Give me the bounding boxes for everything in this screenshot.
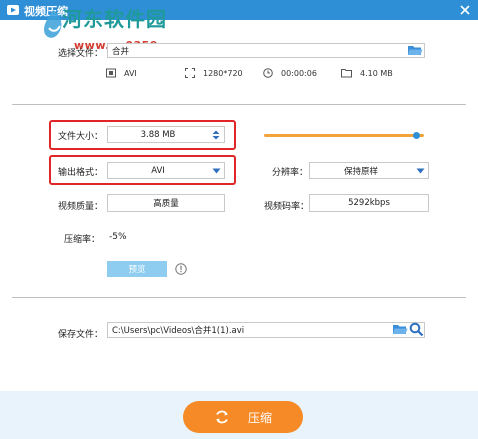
save-file-label: 保存文件：: [58, 330, 104, 340]
source-resolution: 1280*720: [185, 66, 243, 80]
video-bitrate-label: 视频码率：: [264, 202, 310, 212]
resolution-value: 保持原样: [343, 166, 378, 177]
source-format: AVI: [106, 66, 137, 80]
divider-top: [12, 104, 466, 105]
source-file-field[interactable]: 合并: [107, 43, 425, 58]
refresh-icon: [215, 410, 228, 424]
output-format-select[interactable]: AVI: [107, 162, 225, 179]
video-bitrate-field[interactable]: 5292kbps: [309, 194, 429, 212]
source-file-value: 合并: [112, 46, 130, 57]
resolution-label: 分辨率：: [272, 168, 309, 178]
video-quality-value: 高质量: [153, 199, 179, 209]
save-file-field[interactable]: C:\Users\pc\Videos\合并1(1).avi: [107, 322, 425, 338]
app-icon: [7, 5, 19, 15]
window-title: 视频压缩: [24, 5, 68, 18]
compress-button[interactable]: 压缩: [183, 401, 303, 433]
resize-icon: [185, 68, 195, 78]
resolution-select[interactable]: 保持原样: [309, 162, 429, 179]
file-size-stepper[interactable]: 3.88 MB: [107, 126, 225, 143]
file-size-value: 3.88 MB: [140, 129, 176, 140]
film-icon: [106, 68, 116, 78]
folder-open-icon[interactable]: [392, 323, 408, 336]
source-size: 4.10 MB: [341, 66, 393, 80]
folder-open-icon[interactable]: [407, 44, 423, 57]
file-size-label: 文件大小：: [58, 132, 104, 142]
file-size-slider-handle[interactable]: [412, 132, 420, 139]
folder-icon: [341, 69, 352, 78]
chevron-down-icon: [416, 168, 425, 174]
save-file-path: C:\Users\pc\Videos\合并1(1).avi: [112, 326, 245, 336]
title-bar: 视频压缩: [0, 0, 478, 20]
output-format-label: 输出格式：: [58, 168, 104, 178]
info-icon[interactable]: [175, 263, 187, 275]
output-format-value: AVI: [151, 165, 165, 176]
video-quality-label: 视频质量：: [58, 202, 104, 212]
video-quality-field[interactable]: 高质量: [107, 194, 225, 212]
close-icon[interactable]: [457, 2, 473, 18]
stepper-arrows-icon[interactable]: [212, 130, 220, 140]
compression-rate-label: 压缩率：: [64, 235, 101, 245]
compression-rate-value: -5%: [109, 232, 127, 242]
search-icon[interactable]: [409, 322, 424, 337]
source-file-label: 选择文件：: [58, 49, 104, 59]
compress-button-label: 压缩: [247, 410, 272, 425]
video-bitrate-value: 5292kbps: [348, 198, 390, 208]
preview-button[interactable]: 预览: [107, 261, 167, 277]
divider-bottom: [12, 297, 466, 298]
file-size-slider[interactable]: [264, 134, 424, 137]
clock-icon: [263, 68, 273, 78]
source-duration: 00:00:06: [263, 66, 317, 80]
chevron-down-icon: [212, 168, 221, 174]
